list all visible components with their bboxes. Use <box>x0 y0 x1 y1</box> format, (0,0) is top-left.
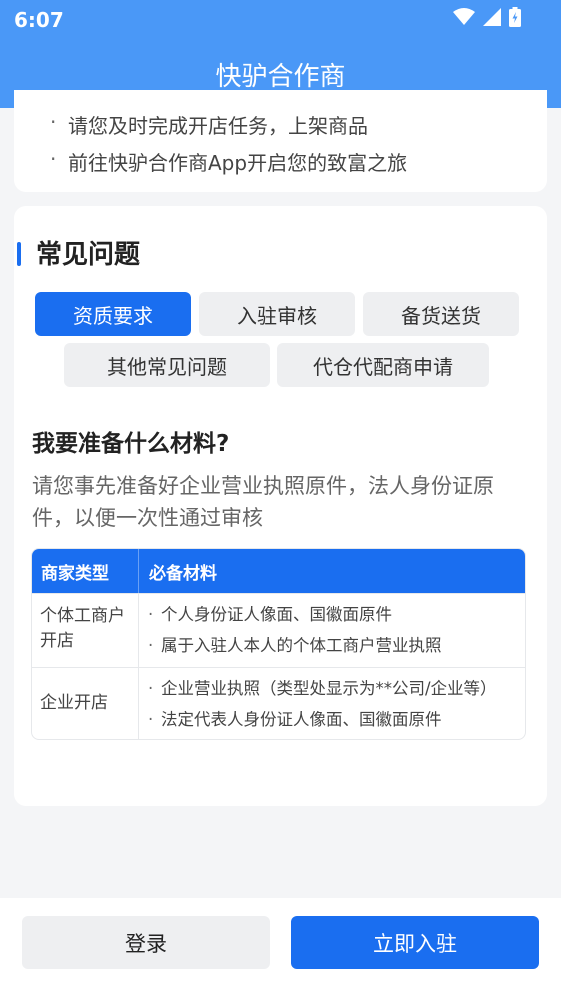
status-bar: 6:07 <box>0 0 561 40</box>
material-item: 企业营业执照（类型处显示为**公司/企业等） <box>148 676 525 707</box>
question-title: 我要准备什么材料? <box>32 431 230 457</box>
tab-qualification[interactable]: 资质要求 <box>35 292 191 336</box>
faq-card: 常见问题 资质要求 入驻审核 备货送货 其他常见问题 代仓代配商申请 我要准备什… <box>14 206 547 806</box>
merchant-type-cell: 企业开店 <box>32 668 139 739</box>
materials-cell: 企业营业执照（类型处显示为**公司/企业等） 法定代表人身份证人像面、国徽面原件 <box>139 668 525 739</box>
status-icons <box>453 7 521 31</box>
tab-warehouse-application[interactable]: 代仓代配商申请 <box>277 343 489 387</box>
materials-table: 商家类型 必备材料 个体工商户开店 个人身份证人像面、国徽面原件 属于入驻人本人… <box>31 548 526 740</box>
header-materials: 必备材料 <box>149 563 217 584</box>
material-item: 属于入驻人本人的个体工商户营业执照 <box>148 633 525 664</box>
table-row: 企业开店 企业营业执照（类型处显示为**公司/企业等） 法定代表人身份证人像面、… <box>32 667 525 739</box>
bottom-action-bar: 登录 立即入驻 <box>0 898 561 999</box>
material-item: 个人身份证人像面、国徽面原件 <box>148 602 525 633</box>
intro-card: 请您及时完成开店任务，上架商品 前往快驴合作商App开启您的致富之旅 <box>14 90 547 192</box>
material-item: 法定代表人身份证人像面、国徽面原件 <box>148 707 525 738</box>
battery-icon <box>509 7 521 31</box>
login-button[interactable]: 登录 <box>22 916 270 969</box>
intro-item: 前往快驴合作商App开启您的致富之旅 <box>50 147 407 176</box>
table-header: 商家类型 必备材料 <box>32 549 525 593</box>
table-row: 个体工商户开店 个人身份证人像面、国徽面原件 属于入驻人本人的个体工商户营业执照 <box>32 593 525 667</box>
intro-item: 请您及时完成开店任务，上架商品 <box>50 110 368 139</box>
tab-other-questions[interactable]: 其他常见问题 <box>64 343 270 387</box>
signal-icon <box>483 8 501 30</box>
section-accent-bar <box>17 242 21 266</box>
tab-stock-delivery[interactable]: 备货送货 <box>363 292 519 336</box>
join-now-button[interactable]: 立即入驻 <box>291 916 539 969</box>
question-answer: 请您事先准备好企业营业执照原件，法人身份证原件，以便一次性通过审核 <box>32 474 494 530</box>
page-title: 快驴合作商 <box>215 62 346 92</box>
faq-title: 常见问题 <box>36 240 141 270</box>
tab-review[interactable]: 入驻审核 <box>199 292 355 336</box>
status-time: 6:07 <box>14 8 64 32</box>
merchant-type-cell: 个体工商户开店 <box>32 594 139 667</box>
header-merchant-type: 商家类型 <box>32 549 139 593</box>
wifi-icon <box>453 8 475 30</box>
materials-cell: 个人身份证人像面、国徽面原件 属于入驻人本人的个体工商户营业执照 <box>139 594 525 667</box>
